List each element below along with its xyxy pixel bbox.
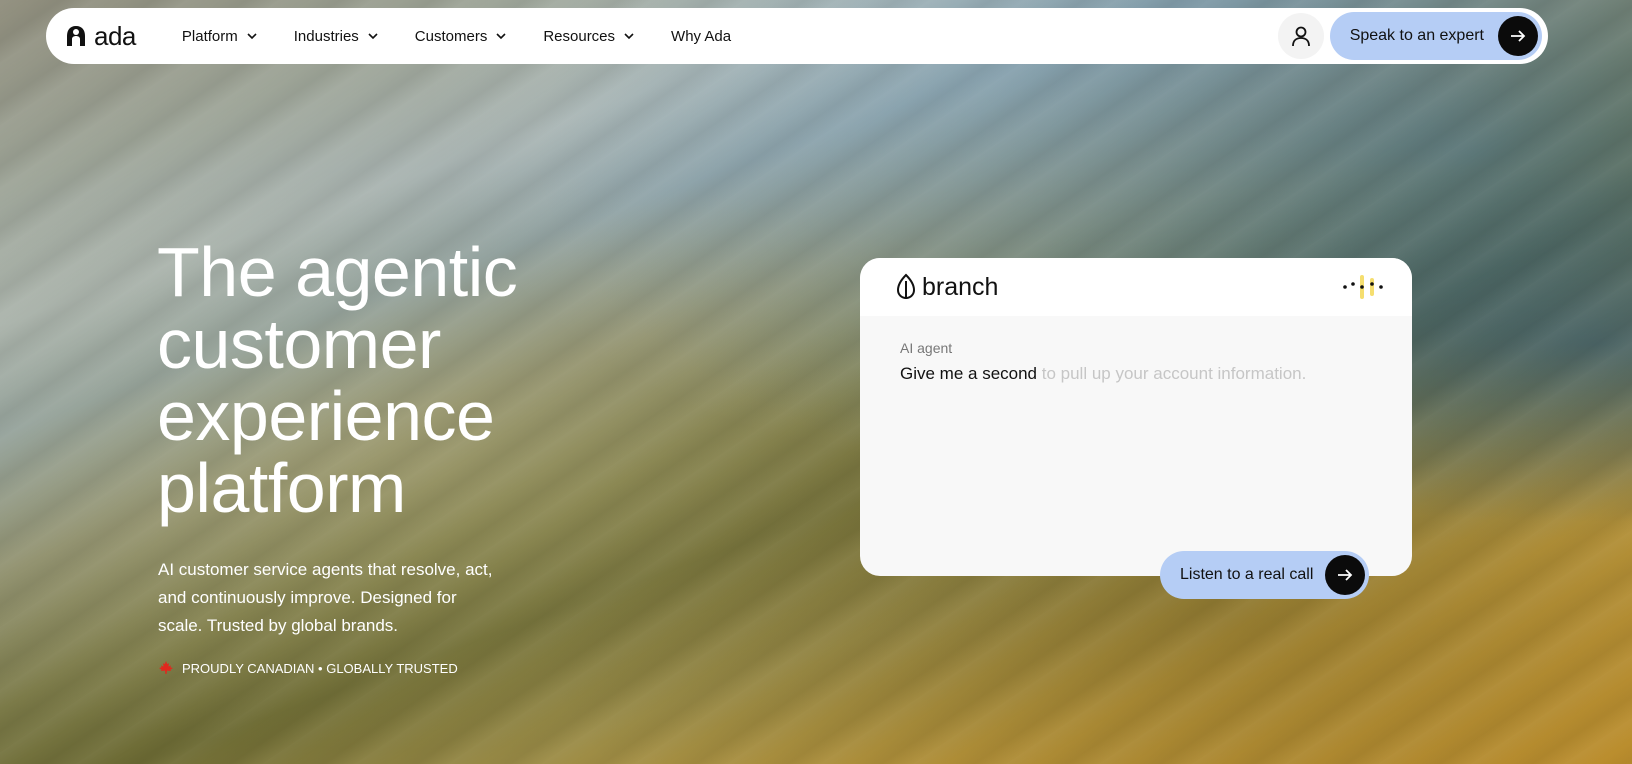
badge-text: PROUDLY CANADIAN • GLOBALLY TRUSTED	[182, 660, 458, 676]
nav-item-label: Why Ada	[671, 27, 732, 45]
chevron-down-icon	[247, 33, 257, 40]
transcript-spoken: Give me a second	[900, 364, 1038, 383]
speaker-label: AI agent	[900, 340, 953, 356]
listen-label: Listen to a real call	[1180, 566, 1314, 583]
maple-leaf-icon	[159, 661, 173, 674]
top-navigation: ada Platform Industries Customers Resour…	[46, 8, 1548, 64]
hero-title-line: experience	[157, 377, 495, 455]
audio-wave-icon	[1343, 275, 1383, 299]
main-menu: Platform Industries Customers Resources …	[182, 28, 767, 45]
hero-title-line: customer	[157, 305, 441, 383]
nav-item-label: Customers	[414, 27, 488, 45]
nav-actions: Speak to an expert	[1277, 12, 1542, 60]
hero-title-line: The agentic	[157, 233, 518, 311]
demo-card-header: branch	[860, 258, 1412, 316]
cta-label: Speak to an expert	[1349, 27, 1484, 44]
nav-item-why-ada[interactable]: Why Ada	[671, 28, 731, 45]
arrow-right-icon	[1511, 30, 1526, 42]
transcript-pending: to pull up your account information.	[1041, 364, 1307, 383]
user-icon	[1291, 26, 1310, 47]
branch-brand-name: branch	[922, 272, 999, 301]
nav-item-industries[interactable]: Industries	[294, 28, 379, 45]
chevron-down-icon	[496, 33, 506, 40]
nav-item-label: Resources	[543, 27, 616, 45]
arrow-button-circle	[1498, 16, 1538, 56]
logo-text: ada	[94, 20, 136, 51]
voice-agent-demo-card: branch AI agent Give me a second to pull…	[860, 258, 1412, 599]
hero-subtitle: AI customer service agents that resolve,…	[158, 560, 493, 635]
hero-title-line: platform	[157, 449, 406, 527]
arrow-button-circle	[1325, 555, 1366, 595]
hero-title: The agentic customer experience platform	[157, 236, 677, 524]
account-button[interactable]	[1277, 13, 1324, 59]
demo-card-body: AI agent Give me a second to pull up you…	[860, 316, 1412, 408]
agent-transcript: Give me a second to pull up your account…	[900, 364, 1372, 384]
nav-item-label: Platform	[181, 27, 238, 45]
nav-item-platform[interactable]: Platform	[182, 28, 258, 45]
branch-leaf-icon	[896, 273, 916, 300]
canadian-badge: PROUDLY CANADIAN • GLOBALLY TRUSTED	[158, 660, 458, 676]
ada-logo-icon	[67, 26, 85, 46]
arrow-right-icon	[1338, 569, 1353, 581]
speak-to-expert-button[interactable]: Speak to an expert	[1329, 12, 1542, 60]
listen-real-call-button[interactable]: Listen to a real call	[1160, 551, 1370, 599]
nav-item-resources[interactable]: Resources	[543, 28, 635, 45]
chevron-down-icon	[624, 33, 634, 40]
ada-logo[interactable]: ada	[66, 21, 136, 52]
nav-item-label: Industries	[293, 27, 359, 45]
chevron-down-icon	[368, 33, 378, 40]
branch-logo: branch	[896, 273, 998, 302]
nav-item-customers[interactable]: Customers	[415, 28, 508, 45]
